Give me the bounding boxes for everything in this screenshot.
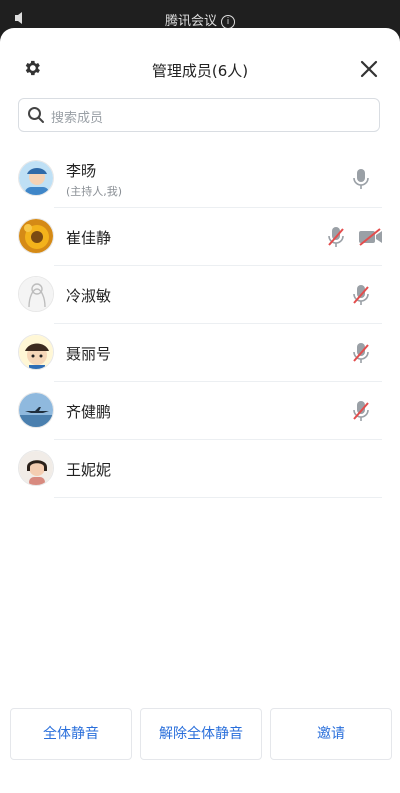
sheet-title: 管理成员(6人) — [151, 62, 249, 80]
avatar — [18, 334, 54, 370]
member-row[interactable]: 齐健鹏 — [0, 382, 400, 440]
search-icon — [27, 106, 45, 124]
info-circle-icon[interactable]: i — [221, 15, 235, 29]
close-icon[interactable] — [360, 60, 378, 78]
unmute-all-button[interactable]: 解除全体静音 — [140, 708, 262, 760]
sheet-header: 管理成员(6人) — [0, 28, 400, 108]
member-name: 聂丽号 — [66, 345, 112, 363]
manage-members-sheet: 管理成员(6人) 搜索成员 李旸 (主持人,我) 崔佳静 冷淑敏 聂丽号 齐健鹏… — [0, 28, 400, 793]
member-row[interactable]: 王妮妮 — [0, 440, 400, 498]
member-row[interactable]: 冷淑敏 — [0, 266, 400, 324]
member-name: 冷淑敏 — [66, 287, 112, 305]
member-name: 王妮妮 — [66, 461, 112, 479]
microphone-muted-icon[interactable] — [352, 399, 370, 423]
member-row[interactable]: 聂丽号 — [0, 324, 400, 382]
microphone-muted-icon[interactable] — [352, 341, 370, 365]
avatar — [18, 392, 54, 428]
camera-off-icon[interactable] — [358, 228, 384, 246]
member-row[interactable]: 崔佳静 — [0, 208, 400, 266]
avatar — [18, 160, 54, 196]
avatar — [18, 276, 54, 312]
avatar — [18, 218, 54, 254]
member-role: (主持人,我) — [66, 185, 123, 198]
microphone-icon[interactable] — [352, 167, 370, 191]
member-name: 齐健鹏 — [66, 403, 112, 421]
avatar — [18, 450, 54, 486]
divider — [54, 497, 382, 498]
member-list: 李旸 (主持人,我) 崔佳静 冷淑敏 聂丽号 齐健鹏 王妮妮 — [0, 150, 400, 498]
invite-button[interactable]: 邀请 — [270, 708, 392, 760]
search-placeholder: 搜索成员 — [51, 111, 104, 126]
meeting-title: 腾讯会议 i — [0, 10, 400, 29]
bottom-action-bar: 全体静音 解除全体静音 邀请 — [0, 708, 400, 768]
search-input[interactable]: 搜索成员 — [18, 98, 380, 132]
microphone-muted-icon[interactable] — [352, 283, 370, 307]
microphone-muted-icon[interactable] — [327, 225, 345, 249]
member-row[interactable]: 李旸 (主持人,我) — [0, 150, 400, 208]
mute-all-button[interactable]: 全体静音 — [10, 708, 132, 760]
member-name: 崔佳静 — [66, 229, 112, 247]
member-name: 李旸 — [66, 162, 97, 180]
